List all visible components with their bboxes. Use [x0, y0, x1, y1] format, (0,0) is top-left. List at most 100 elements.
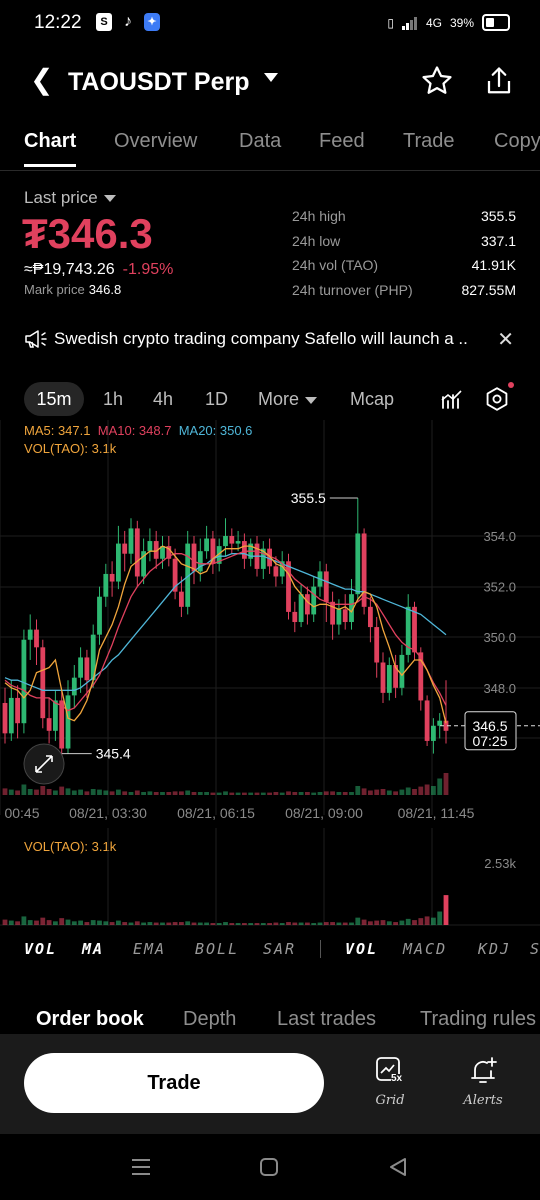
star-outline-icon[interactable] — [420, 64, 454, 98]
indicator-s[interactable]: S — [530, 940, 540, 958]
grid-badge: 5x — [391, 1073, 403, 1084]
bell-plus-icon — [471, 1057, 497, 1083]
volume-bar — [97, 920, 102, 925]
volume-bar — [116, 920, 121, 925]
volume-bar — [361, 919, 367, 925]
indicator-vol-sub[interactable]: VOL — [345, 940, 378, 958]
volume-bar — [204, 922, 209, 925]
mini-volume-bar — [248, 792, 254, 795]
timeframe-more[interactable]: More — [258, 389, 318, 410]
mini-volume-bar — [97, 789, 102, 795]
stat-row: 24h high 355.5 — [292, 208, 516, 233]
volume-bar — [431, 917, 436, 925]
mini-volume-bar — [330, 791, 335, 795]
mini-volume-bar — [103, 790, 109, 795]
tab-order-book[interactable]: Order book — [36, 1008, 144, 1031]
news-text[interactable]: Swedish crypto trading company Safello w… — [54, 329, 468, 349]
candle-body — [242, 541, 247, 559]
mini-volume-bar — [355, 786, 361, 795]
settings-icon[interactable] — [484, 386, 510, 412]
candle-body — [330, 601, 335, 625]
candle-body — [355, 533, 361, 595]
volume-bar — [260, 923, 266, 925]
tab-last-trades[interactable]: Last trades — [277, 1008, 376, 1031]
volume-tick-label: 2.53k — [484, 856, 516, 871]
mini-volume-bar — [424, 784, 430, 795]
notification-dot — [508, 382, 514, 388]
tab-data[interactable]: Data — [239, 130, 281, 153]
volume-bar — [21, 916, 27, 925]
share-icon[interactable] — [484, 64, 514, 98]
indicator-macd[interactable]: MACD — [403, 940, 447, 958]
volume-bar — [399, 920, 405, 925]
mini-volume-bar — [216, 792, 222, 795]
candle-body — [27, 629, 33, 640]
volume-bar — [103, 921, 109, 925]
mini-volume-bar — [128, 792, 134, 795]
candle-body — [147, 541, 153, 552]
timeframe-1d[interactable]: 1D — [205, 389, 228, 410]
more-label: More — [258, 389, 300, 409]
alerts-button[interactable]: Alerts — [453, 1056, 513, 1108]
candle-body — [368, 606, 373, 628]
trade-button[interactable]: Trade — [24, 1053, 324, 1113]
indicator-sar[interactable]: SAR — [263, 940, 296, 958]
news-ticker[interactable]: Swedish crypto trading company Safello w… — [24, 327, 520, 352]
grid-button[interactable]: 5x Grid — [360, 1056, 420, 1108]
candle-body — [229, 536, 235, 544]
bottom-tabs: Order book Depth Last trades Trading rul… — [0, 1006, 540, 1034]
timeframe-mcap[interactable]: Mcap — [350, 389, 394, 410]
back-icon[interactable] — [388, 1157, 408, 1177]
home-icon[interactable] — [259, 1157, 279, 1177]
tab-feed[interactable]: Feed — [319, 130, 365, 153]
app-notification-icon: ✦ — [144, 13, 160, 31]
candle-body — [361, 533, 367, 607]
indicator-ma[interactable]: MA — [82, 940, 104, 958]
pair-title[interactable]: TAOUSDT Perp — [68, 68, 250, 97]
tab-chart[interactable]: Chart — [24, 130, 77, 167]
volume-bar — [374, 920, 380, 925]
tab-copy[interactable]: Copy — [494, 130, 540, 153]
mini-volume-bar — [153, 792, 159, 795]
timeframe-4h[interactable]: 4h — [153, 389, 173, 410]
tab-trading-rules[interactable]: Trading rules — [420, 1008, 536, 1031]
mini-volume-bar — [311, 792, 317, 795]
indicator-ema[interactable]: EMA — [133, 940, 166, 958]
x-tick-label: 08/21, 06:15 — [177, 805, 255, 821]
stats-panel: 24h high 355.5 24h low 337.1 24h vol (TAO)… — [292, 208, 516, 306]
indicator-vol[interactable]: VOL — [24, 940, 57, 958]
mini-volume-bar — [317, 792, 323, 795]
tab-trade[interactable]: Trade — [403, 130, 455, 153]
tab-overview[interactable]: Overview — [114, 130, 197, 153]
volume-bar — [134, 921, 140, 925]
indicator-kdj[interactable]: KDJ — [478, 940, 511, 958]
close-icon[interactable]: ✕ — [497, 327, 514, 352]
timeframe-15m[interactable]: 15m — [24, 382, 84, 416]
mini-volume-bar — [380, 789, 386, 795]
last-price-selector[interactable]: Last price — [24, 188, 116, 208]
mini-volume-bar — [267, 792, 272, 795]
indicator-boll[interactable]: BOLL — [195, 940, 239, 958]
tab-depth[interactable]: Depth — [183, 1008, 236, 1031]
recents-icon[interactable] — [130, 1158, 152, 1176]
stat-label: 24h vol (TAO) — [292, 257, 379, 273]
mini-volume-bar — [2, 788, 8, 795]
candle-body — [374, 627, 380, 663]
timeframe-1h[interactable]: 1h — [103, 389, 123, 410]
mini-volume-bar — [368, 790, 373, 795]
header: ❮ TAOUSDT Perp — [0, 56, 540, 108]
mini-volume-bar — [235, 792, 241, 795]
volume-bar — [153, 922, 159, 925]
volume-bar — [386, 921, 392, 925]
volume-bar — [78, 920, 83, 925]
indicator-chart-icon[interactable] — [440, 388, 464, 412]
volume-chart: 2.53k — [0, 828, 540, 926]
candle-body — [97, 596, 102, 635]
volume-bar — [71, 921, 77, 925]
chevron-down-icon[interactable] — [264, 73, 278, 82]
back-chevron-icon[interactable]: ❮ — [30, 66, 53, 94]
candlestick-chart[interactable]: 354.0 352.0 350.0 348.0 355.5 345.4 346.507:25… — [0, 420, 540, 828]
volume-bar — [229, 923, 235, 925]
candle-body — [128, 528, 134, 554]
price-change: -1.95% — [122, 261, 174, 278]
